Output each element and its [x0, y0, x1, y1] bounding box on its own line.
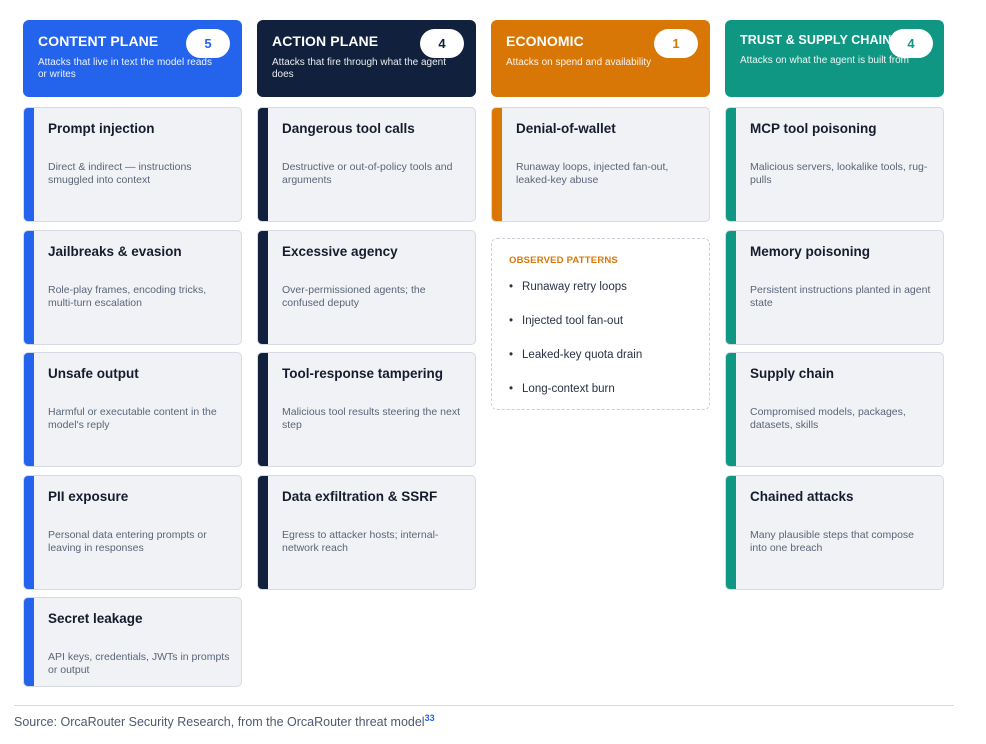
column-trust-supply-chain: TRUST & SUPPLY CHAIN 4 Attacks on what t… — [725, 20, 944, 590]
accent-bar — [258, 108, 268, 221]
count-badge: 1 — [654, 29, 698, 58]
count-badge: 4 — [889, 29, 933, 58]
threat-card-excessive-agency: Excessive agency Over-permissioned agent… — [257, 230, 476, 345]
card-description: Malicious tool results steering the next… — [282, 406, 461, 431]
source-text: Source: OrcaRouter Security Research, fr… — [14, 715, 425, 730]
card-description: Many plausible steps that compose into o… — [750, 529, 915, 554]
accent-bar — [24, 353, 34, 466]
column-header-content-plane: CONTENT PLANE 5 Attacks that live in tex… — [23, 20, 242, 97]
threat-card-mcp-tool-poisoning: MCP tool poisoning Malicious servers, lo… — [725, 107, 944, 222]
accent-bar — [258, 476, 268, 589]
accent-bar — [726, 231, 736, 344]
observed-patterns-box: OBSERVED PATTERNS Runaway retry loops In… — [491, 238, 710, 410]
card-title: Supply chain — [750, 366, 835, 381]
footnote-ref-link[interactable]: 33 — [425, 713, 435, 723]
column-subtitle: Attacks on what the agent is built from — [740, 55, 909, 66]
threat-card-tool-response-tampering: Tool-response tampering Malicious tool r… — [257, 352, 476, 467]
card-description: Persistent instructions planted in agent… — [750, 284, 931, 309]
column-header-trust-supply-chain: TRUST & SUPPLY CHAIN 4 Attacks on what t… — [725, 20, 944, 97]
card-description: Runaway loops, injected fan-out, leaked-… — [516, 161, 669, 186]
card-title: Chained attacks — [750, 489, 854, 504]
pattern-item: Injected tool fan-out — [509, 313, 693, 347]
count-badge: 5 — [186, 29, 230, 58]
card-description: Role-play frames, encoding tricks, multi… — [48, 284, 207, 309]
card-description: Over-permissioned agents; the confused d… — [282, 284, 426, 309]
accent-bar — [726, 353, 736, 466]
card-title: Unsafe output — [48, 366, 139, 381]
threat-card-memory-poisoning: Memory poisoning Persistent instructions… — [725, 230, 944, 345]
card-description: Harmful or executable content in the mod… — [48, 406, 217, 431]
count-badge: 4 — [420, 29, 464, 58]
threat-card-pii-exposure: PII exposure Personal data entering prom… — [23, 475, 242, 590]
accent-bar — [492, 108, 502, 221]
threat-card-dangerous-tool-calls: Dangerous tool calls Destructive or out-… — [257, 107, 476, 222]
source-caption: Source: OrcaRouter Security Research, fr… — [14, 713, 435, 729]
column-action-plane: ACTION PLANE 4 Attacks that fire through… — [257, 20, 476, 590]
card-description: API keys, credentials, JWTs in prompts o… — [48, 651, 230, 676]
observed-patterns-title: OBSERVED PATTERNS — [509, 255, 618, 266]
threat-card-denial-of-wallet: Denial-of-wallet Runaway loops, injected… — [491, 107, 710, 222]
threat-card-jailbreaks: Jailbreaks & evasion Role-play frames, e… — [23, 230, 242, 345]
column-header-economic: ECONOMIC 1 Attacks on spend and availabi… — [491, 20, 710, 97]
threat-card-prompt-injection: Prompt injection Direct & indirect — ins… — [23, 107, 242, 222]
footer-divider — [14, 705, 954, 706]
card-title: Tool-response tampering — [282, 366, 444, 381]
card-description: Direct & indirect — instructions smuggle… — [48, 161, 192, 186]
column-subtitle: Attacks that live in text the model read… — [38, 57, 212, 80]
pattern-item: Runaway retry loops — [509, 279, 693, 313]
column-economic: ECONOMIC 1 Attacks on spend and availabi… — [491, 20, 710, 410]
accent-bar — [24, 231, 34, 344]
card-title: Excessive agency — [282, 244, 398, 259]
column-content-plane: CONTENT PLANE 5 Attacks that live in tex… — [23, 20, 242, 687]
threat-card-data-exfiltration: Data exfiltration & SSRF Egress to attac… — [257, 475, 476, 590]
card-title: Secret leakage — [48, 611, 143, 626]
accent-bar — [258, 231, 268, 344]
card-title: Denial-of-wallet — [516, 121, 616, 136]
card-title: Memory poisoning — [750, 244, 871, 259]
threat-card-secret-leakage: Secret leakage API keys, credentials, JW… — [23, 597, 242, 687]
card-description: Personal data entering prompts or leavin… — [48, 529, 207, 554]
accent-bar — [24, 476, 34, 589]
column-header-action-plane: ACTION PLANE 4 Attacks that fire through… — [257, 20, 476, 97]
card-title: Dangerous tool calls — [282, 121, 415, 136]
card-title: Jailbreaks & evasion — [48, 244, 182, 259]
threat-card-unsafe-output: Unsafe output Harmful or executable cont… — [23, 352, 242, 467]
card-title: PII exposure — [48, 489, 129, 504]
card-description: Destructive or out-of-policy tools and a… — [282, 161, 453, 186]
accent-bar — [258, 353, 268, 466]
accent-bar — [726, 108, 736, 221]
card-description: Malicious servers, lookalike tools, rug-… — [750, 161, 928, 186]
card-title: Data exfiltration & SSRF — [282, 489, 438, 504]
observed-patterns-list: Runaway retry loops Injected tool fan-ou… — [509, 279, 693, 415]
card-description: Egress to attacker hosts; internal-netwo… — [282, 529, 439, 554]
card-title: Prompt injection — [48, 121, 155, 136]
accent-bar — [24, 108, 34, 221]
accent-bar — [24, 598, 34, 686]
column-subtitle: Attacks on spend and availability — [506, 57, 652, 68]
pattern-item: Leaked-key quota drain — [509, 347, 693, 381]
accent-bar — [726, 476, 736, 589]
threat-card-chained-attacks: Chained attacks Many plausible steps tha… — [725, 475, 944, 590]
card-description: Compromised models, packages, datasets, … — [750, 406, 906, 431]
threat-card-supply-chain: Supply chain Compromised models, package… — [725, 352, 944, 467]
card-title: MCP tool poisoning — [750, 121, 877, 136]
pattern-item: Long-context burn — [509, 381, 693, 415]
column-subtitle: Attacks that fire through what the agent… — [272, 57, 446, 80]
